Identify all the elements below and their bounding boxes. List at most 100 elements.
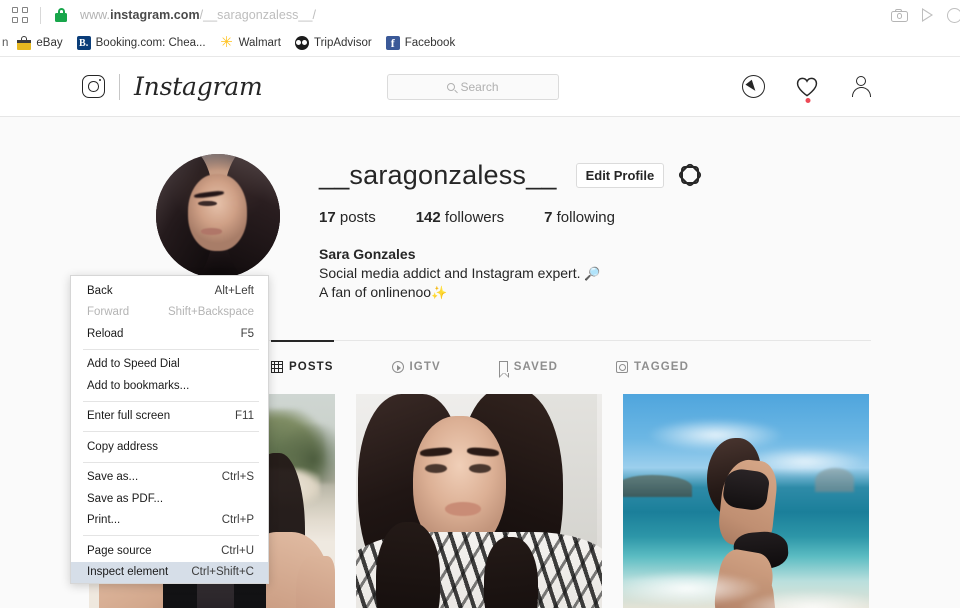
tab-tagged[interactable]: TAGGED [616,341,689,393]
address-bar-row: www.instagram.com/__saragonzaless__/ [0,0,960,30]
context-menu-item-shortcut: Shift+Backspace [168,306,254,319]
post-thumbnail-3[interactable] [623,394,869,608]
navbar-icons [742,75,872,103]
context-menu-item-label: Reload [87,327,124,340]
profile-avatar[interactable] [156,154,280,278]
context-menu-item-shortcut: Ctrl+S [221,471,254,484]
instagram-logo[interactable]: Instagram [82,72,263,101]
edit-profile-button[interactable]: Edit Profile [575,162,665,188]
search-input[interactable]: Search [387,73,559,100]
bio-line-1: Social media addict and Instagram expert… [319,264,871,283]
context-menu-separator [83,400,259,402]
context-menu-item-save-as-pdf[interactable]: Save as PDF... [71,488,268,510]
send-icon[interactable] [922,8,933,22]
facebook-icon: f [385,36,400,50]
context-menu-item-reload[interactable]: Reload F5 [71,323,268,345]
stat-posts[interactable]: 17 posts [319,209,376,226]
context-menu-separator [83,431,259,432]
profile-person-icon[interactable] [850,75,872,98]
bio-text-2: A fan of onlinenoo [319,284,432,300]
context-menu-item-label: Add to bookmarks... [87,379,190,392]
profile-circle-icon[interactable] [947,7,960,23]
context-menu-item-add-to-speed-dial[interactable]: Add to Speed Dial [71,354,268,376]
booking-icon: B. [76,36,91,50]
lock-icon[interactable] [55,8,67,22]
bookmark-facebook[interactable]: f Facebook [379,32,463,54]
grid-icon [271,361,284,373]
camera-icon[interactable] [891,8,908,22]
context-menu-item-label: Enter full screen [87,410,171,423]
bio-line-2: A fan of onlinenoo✨ [319,283,871,302]
bookmark-label: TripAdvisor [313,37,372,49]
browser-context-menu[interactable]: Back Alt+Left Forward Shift+Backspace Reload… [70,275,269,584]
bookmark-label: eBay [36,37,63,49]
stat-label: following [556,209,615,226]
context-menu-item-copy-address[interactable]: Copy address [71,436,268,458]
address-bar-url[interactable]: www.instagram.com/__saragonzaless__/ [80,8,316,22]
ebay-icon [17,36,32,50]
bookmark-icon [498,361,509,378]
post-thumbnail-2[interactable] [356,394,602,608]
bookmark-walmart[interactable]: ✳ Walmart [213,32,288,54]
profile-full-name: Sara Gonzales [319,246,416,262]
profile-stats: 17 posts 142 followers 7 following [319,209,871,226]
url-prefix: www. [80,8,111,22]
tripadvisor-icon [294,36,309,50]
tab-label: SAVED [513,361,559,373]
context-menu-item-forward: Forward Shift+Backspace [71,302,268,324]
browser-chrome: www.instagram.com/__saragonzaless__/ n e… [0,0,960,57]
context-menu-item-inspect-element[interactable]: Inspect element Ctrl+Shift+C [71,561,268,583]
context-menu-item-shortcut: F11 [235,410,254,423]
stat-following[interactable]: 7 following [544,209,615,226]
bookmark-overflow-left[interactable]: n [0,32,10,54]
bookmark-booking[interactable]: B. Booking.com: Chea... [70,32,213,54]
context-menu-item-label: Copy address [87,440,158,453]
tab-label: TAGGED [634,361,689,373]
profile-username: __saragonzaless__ [319,160,557,190]
context-menu-item-shortcut: Ctrl+U [221,544,254,557]
tab-igtv[interactable]: IGTV [391,341,441,393]
context-menu-item-print[interactable]: Print... Ctrl+P [71,510,268,532]
bookmarks-bar: n eBay B. Booking.com: Chea... ✳ Walmart… [0,30,960,57]
sparkles-emoji-icon: ✨ [431,285,448,300]
context-menu-item-shortcut: F5 [240,327,254,340]
context-menu-item-page-source[interactable]: Page source Ctrl+U [71,540,268,562]
activity-heart-icon [796,77,818,97]
stat-label: posts [339,209,376,226]
tab-saved[interactable]: SAVED [498,341,559,393]
tab-label: POSTS [289,361,334,373]
bookmark-ebay[interactable]: eBay [10,32,69,54]
context-menu-item-shortcut: Ctrl+P [221,514,254,527]
context-menu-item-save-as[interactable]: Save as... Ctrl+S [71,467,268,489]
tab-label: IGTV [409,361,441,373]
url-domain: instagram.com [110,8,200,22]
settings-gear-icon[interactable] [681,166,699,184]
bookmark-tripadvisor[interactable]: TripAdvisor [288,32,379,54]
stat-count: 17 [319,209,336,226]
username-row: __saragonzaless__ Edit Profile [319,160,871,190]
search-icon [447,82,456,91]
speed-dial-toggle-icon[interactable] [12,7,28,23]
context-menu-item-label: Page source [87,544,152,557]
instagram-camera-icon [82,75,105,98]
context-menu-separator [83,348,259,350]
context-menu-item-add-to-bookmarks[interactable]: Add to bookmarks... [71,375,268,397]
context-menu-item-label: Add to Speed Dial [87,358,180,371]
search-placeholder: Search [460,79,499,94]
context-menu-separator [83,461,259,463]
stat-count: 7 [544,209,553,226]
bookmark-label: Facebook [404,37,456,49]
context-menu-item-label: Save as... [87,471,139,484]
context-menu-item-label: Back [87,284,113,297]
context-menu-item-shortcut: Alt+Left [214,284,254,297]
activity-button[interactable] [795,75,820,103]
instagram-navbar: Instagram Search [0,57,960,117]
explore-icon[interactable] [742,75,765,98]
context-menu-separator [83,535,259,536]
instagram-wordmark: Instagram [134,72,263,101]
magnifier-emoji-icon: 🔎 [584,266,601,281]
stat-followers[interactable]: 142 followers [416,209,504,226]
context-menu-item-back[interactable]: Back Alt+Left [71,280,268,302]
context-menu-item-enter-full-screen[interactable]: Enter full screen F11 [71,406,268,428]
tab-posts[interactable]: POSTS [271,340,334,393]
